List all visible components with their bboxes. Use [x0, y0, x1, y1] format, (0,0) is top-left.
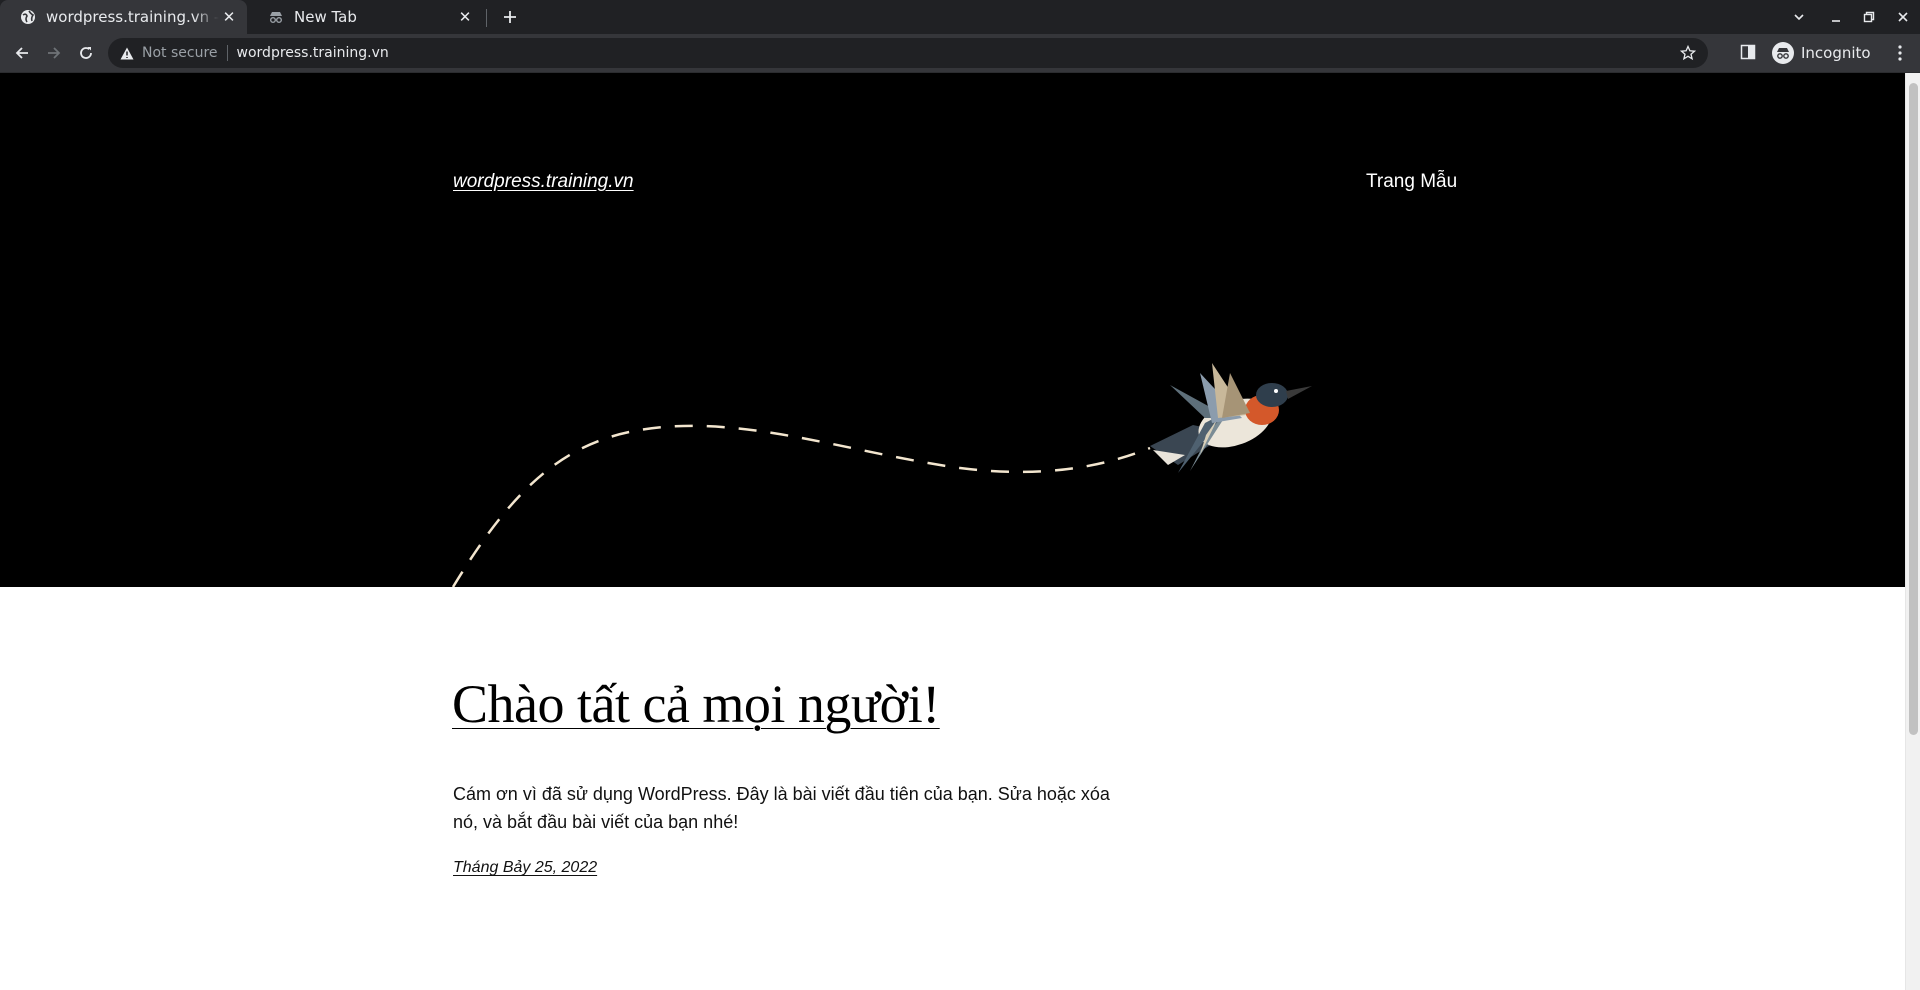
page-viewport: wordpress.training.vn Trang Mẫu Chào tất… — [0, 73, 1905, 990]
tab-title: New Tab — [294, 8, 357, 26]
tab-title: wordpress.training.vn – N — [46, 8, 219, 26]
tab-separator — [486, 9, 487, 27]
site-header: wordpress.training.vn Trang Mẫu — [0, 73, 1905, 587]
close-icon — [1898, 12, 1908, 22]
forward-button[interactable] — [40, 39, 68, 67]
bird-icon — [1150, 363, 1312, 473]
address-bar[interactable]: Not secure wordpress.training.vn — [108, 38, 1708, 68]
tab-wordpress[interactable]: wordpress.training.vn – N ✕ — [0, 0, 247, 34]
flying-bird-illustration — [451, 363, 1312, 587]
close-window-button[interactable] — [1886, 0, 1920, 34]
incognito-profile-button[interactable]: Incognito — [1772, 39, 1871, 67]
tab-new-tab[interactable]: New Tab ✕ — [248, 0, 483, 34]
globe-icon — [20, 9, 36, 25]
close-tab-icon[interactable]: ✕ — [455, 7, 475, 27]
post-date-link[interactable]: Tháng Bảy 25, 2022 — [453, 859, 597, 877]
back-button[interactable] — [8, 39, 36, 67]
scrollbar-thumb[interactable] — [1909, 83, 1918, 735]
minimize-icon — [1832, 20, 1840, 22]
tab-search-button[interactable] — [1782, 0, 1816, 34]
profile-label: Incognito — [1801, 44, 1871, 62]
security-label[interactable]: Not secure — [142, 45, 218, 61]
minimize-button[interactable] — [1819, 0, 1853, 34]
reload-icon — [80, 47, 92, 59]
kebab-menu-icon — [1898, 45, 1902, 61]
warning-icon[interactable] — [118, 44, 136, 62]
address-divider — [226, 45, 228, 61]
url-text[interactable]: wordpress.training.vn — [237, 45, 389, 61]
arrow-right-icon — [48, 47, 61, 59]
incognito-icon — [268, 9, 284, 25]
post-excerpt: Cám ơn vì đã sử dụng WordPress. Đây là b… — [453, 784, 1110, 832]
plus-icon — [504, 11, 516, 23]
browser-toolbar: Not secure wordpress.training.vn Incogni… — [0, 34, 1920, 73]
close-tab-icon[interactable]: ✕ — [219, 7, 239, 27]
nav-item-trang-mau[interactable]: Trang Mẫu — [1366, 171, 1457, 193]
restore-icon — [1863, 11, 1875, 23]
tab-strip: wordpress.training.vn – N ✕ New Tab ✕ — [0, 0, 1920, 34]
incognito-icon — [1772, 42, 1794, 64]
bookmark-star-icon[interactable] — [1678, 43, 1698, 63]
page-scrollbar[interactable] — [1905, 73, 1920, 990]
new-tab-button[interactable] — [498, 5, 522, 29]
browser-menu-button[interactable] — [1888, 39, 1912, 67]
arrow-left-icon — [15, 47, 28, 59]
chevron-down-icon — [1794, 14, 1804, 21]
reload-button[interactable] — [72, 39, 100, 67]
site-title-link[interactable]: wordpress.training.vn — [453, 171, 634, 193]
restore-button[interactable] — [1852, 0, 1886, 34]
side-panel-icon[interactable] — [1740, 44, 1758, 62]
post-title-link[interactable]: Chào tất cả mọi người! — [452, 673, 940, 735]
